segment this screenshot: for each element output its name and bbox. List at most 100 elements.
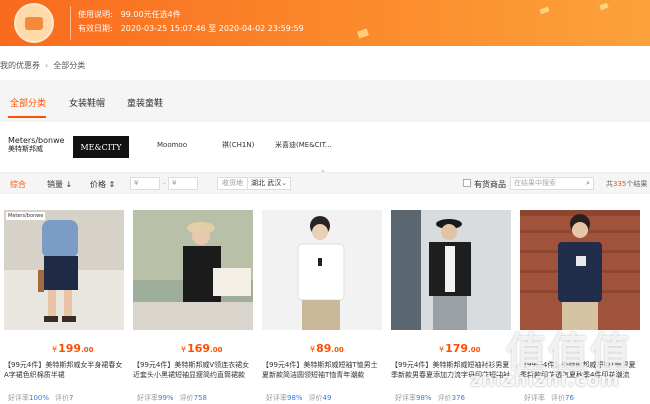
- coupon-icon: [14, 3, 54, 43]
- product-image[interactable]: [520, 210, 640, 330]
- breadcrumb: 我的优惠券 › 全部分类: [0, 60, 85, 71]
- coupon-valid-value: 2020-03-25 15:07:46 至 2020-04-02 23:59:5…: [120, 24, 304, 33]
- price-min-input[interactable]: ¥: [130, 177, 160, 190]
- coupon-valid-label: 有效日期:: [78, 24, 113, 33]
- breadcrumb-current: 全部分类: [53, 61, 86, 70]
- rating-label: 好评率: [266, 394, 287, 402]
- currency-symbol: ¥: [52, 345, 58, 354]
- confetti-decoration: [357, 28, 369, 39]
- sort-price[interactable]: 价格 ⇕: [90, 179, 115, 190]
- coupon-usage-value: 99.00元任选4件: [120, 10, 181, 19]
- sort-default[interactable]: 综合: [10, 179, 26, 190]
- breadcrumb-root[interactable]: 我的优惠券: [0, 61, 40, 70]
- product-stats: 好评率99% 评价758: [137, 393, 207, 403]
- product-card[interactable]: ¥169.00 【99元4件】美特斯邦威V领连衣裙女近套头小黑裙短袖显瘦简约直筒…: [133, 210, 255, 404]
- reviews-value[interactable]: 7: [69, 394, 73, 402]
- brand-tag: Meters/bonwe: [6, 212, 46, 220]
- confetti-decoration: [599, 2, 609, 11]
- ship-location-value: 湖北 武汉: [251, 179, 282, 187]
- result-count-suffix: 个结果: [626, 180, 648, 188]
- rating-label: 好评率: [137, 394, 158, 402]
- reviews-label: 评价: [179, 394, 194, 402]
- coupon-banner: 使用说明: 99.00元任选4件 有效日期: 2020-03-25 15:07:46…: [0, 0, 650, 46]
- divider: [70, 6, 71, 40]
- reviews-label: 评价: [551, 394, 565, 402]
- product-image[interactable]: [133, 210, 253, 330]
- rating-value: 98%: [416, 394, 432, 402]
- rating-label: 好评率: [395, 394, 416, 402]
- coupon-usage: 使用说明: 99.00元任选4件: [78, 9, 181, 20]
- price-max-input[interactable]: ¥: [168, 177, 198, 190]
- tab-womens-apparel[interactable]: 女装鞋帽: [69, 96, 105, 109]
- brand-mecity-kids[interactable]: 米喜迪(ME&CIT...: [275, 130, 332, 160]
- product-image[interactable]: [262, 210, 382, 330]
- currency-symbol: ¥: [439, 345, 445, 354]
- chevron-down-icon: ⌄: [281, 179, 287, 187]
- result-count-number: 335: [613, 180, 627, 188]
- sort-sales[interactable]: 销量 ↓: [47, 179, 72, 190]
- price-range-dash: -: [163, 179, 166, 188]
- filter-toolbar: 综合 销量 ↓ 价格 ⇕ ¥ - ¥ 收货地 湖北 武汉 ⌄ 有货商品 在结果中搜…: [0, 172, 650, 194]
- tab-kids-apparel[interactable]: 童装童鞋: [127, 96, 163, 109]
- chevron-right-icon: ›: [45, 61, 49, 70]
- result-count: 共335个结果: [606, 179, 647, 189]
- reviews-value[interactable]: 758: [194, 394, 207, 402]
- price-integer: 169: [187, 342, 211, 355]
- product-price: ¥169.00: [181, 342, 222, 355]
- price-decimal: .00: [81, 346, 94, 354]
- reviews-label: 评价: [437, 394, 452, 402]
- brand-metersbonwe[interactable]: Meters/bonwe 美特斯邦威: [8, 130, 65, 160]
- product-title[interactable]: 【99元4件】美特斯邦威V领连衣裙女近套头小黑裙短袖显瘦简约直筒裙款: [133, 360, 255, 380]
- product-title[interactable]: 【99元4件】美特斯邦威短袖T恤男士夏新款简洁圆领短袖T恤青年潮款: [262, 360, 384, 380]
- rating-value: 99%: [158, 394, 174, 402]
- product-image[interactable]: Meters/bonwe: [4, 210, 124, 330]
- product-stats: 好评率 评价76: [524, 393, 574, 403]
- brand-moomoo[interactable]: Moomoo: [157, 130, 187, 160]
- product-stats: 好评率98% 评价49: [266, 393, 331, 403]
- rating-label: 好评率: [524, 394, 545, 402]
- currency-symbol: ¥: [310, 345, 316, 354]
- ship-location-label: 收货地: [217, 177, 248, 190]
- product-photo: [133, 210, 253, 330]
- rating-value: 100%: [29, 394, 50, 402]
- confetti-decoration: [539, 6, 550, 15]
- reviews-value[interactable]: 49: [323, 394, 332, 402]
- price-decimal: .00: [210, 346, 223, 354]
- search-icon[interactable]: ⌕: [586, 178, 590, 189]
- brand-filter: Meters/bonwe 美特斯邦威 ME&CITY Moomoo 祺(CH1N…: [0, 130, 650, 162]
- brand-ch1n[interactable]: 祺(CH1N): [222, 130, 254, 160]
- product-photo: [262, 210, 382, 330]
- product-image[interactable]: [391, 210, 511, 330]
- product-price: ¥89.00: [310, 342, 344, 355]
- reviews-label: 评价: [308, 394, 323, 402]
- in-stock-checkbox[interactable]: [463, 179, 471, 187]
- product-photo: [4, 210, 124, 330]
- reviews-value[interactable]: 76: [565, 394, 574, 402]
- product-stats: 好评率98% 评价376: [395, 393, 465, 403]
- brand-name-cn: 美特斯邦威: [8, 145, 43, 153]
- reviews-label: 评价: [55, 394, 70, 402]
- brand-name-en: Meters/bonwe: [8, 136, 65, 145]
- price-integer: 199: [58, 342, 82, 355]
- tab-all-categories[interactable]: 全部分类: [10, 96, 46, 109]
- coupon-usage-label: 使用说明:: [78, 10, 113, 19]
- result-search-placeholder: 在结果中搜索: [514, 179, 556, 187]
- currency-symbol: ¥: [181, 345, 187, 354]
- reviews-value[interactable]: 376: [452, 394, 465, 402]
- brand-mecity[interactable]: ME&CITY: [73, 136, 129, 158]
- ship-location-select[interactable]: 湖北 武汉 ⌄: [247, 177, 291, 190]
- price-integer: 89: [316, 342, 332, 355]
- in-stock-label[interactable]: 有货商品: [474, 179, 506, 190]
- product-title[interactable]: 【99元4件】美特斯邦威女半身裙春女A字裙色织棉质半裙: [4, 360, 126, 380]
- watermark-text: zhizhizhi.com: [470, 370, 621, 391]
- price-integer: 179: [445, 342, 469, 355]
- rating-label: 好评率: [8, 394, 29, 402]
- product-card[interactable]: Meters/bonwe ¥199.00 【99元4件】美特斯邦威女半身裙春女A…: [4, 210, 126, 404]
- price-decimal: .00: [331, 346, 344, 354]
- product-price: ¥199.00: [52, 342, 93, 355]
- product-photo: [391, 210, 511, 330]
- product-photo: [520, 210, 640, 330]
- product-card[interactable]: ¥89.00 【99元4件】美特斯邦威短袖T恤男士夏新款简洁圆领短袖T恤青年潮款…: [262, 210, 384, 404]
- product-price: ¥179.00: [439, 342, 480, 355]
- result-search-input[interactable]: 在结果中搜索 ⌕: [510, 177, 594, 190]
